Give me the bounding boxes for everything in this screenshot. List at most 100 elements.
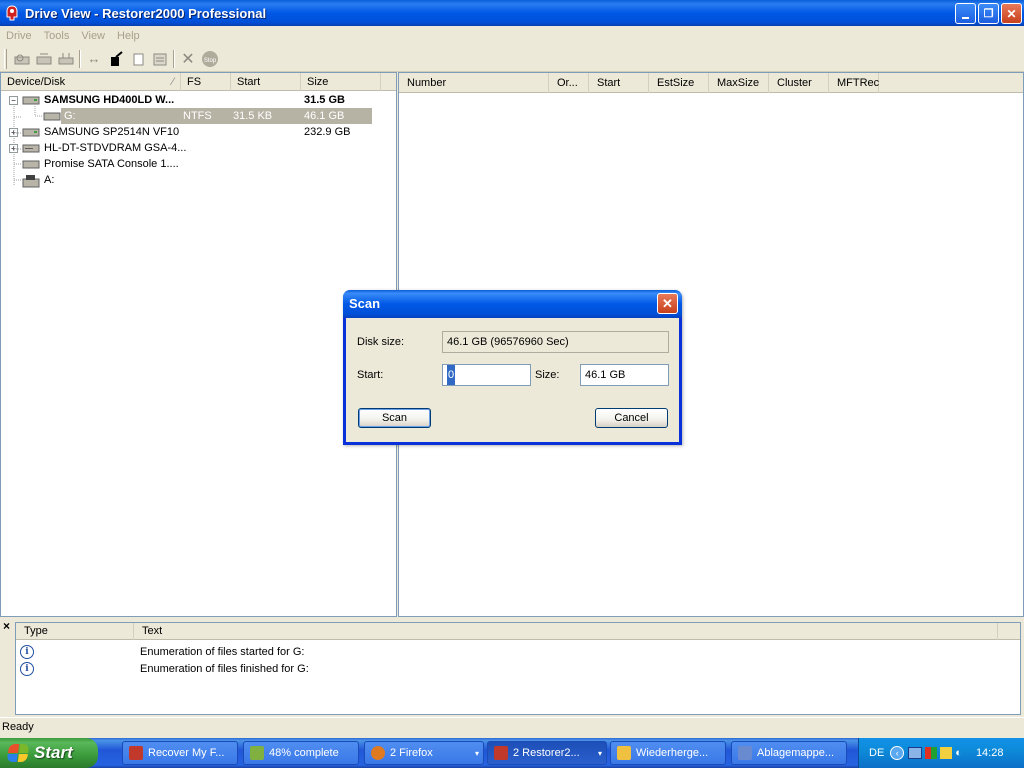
scan-dialog-title: Scan (349, 296, 381, 311)
volume-icon[interactable]: ◐ (955, 747, 962, 759)
progress-app-icon (250, 746, 264, 760)
toolbar: ↔ ✕ Stop (0, 46, 1024, 72)
column-start[interactable]: Start (589, 73, 649, 93)
start-input-value: 0 (447, 365, 456, 385)
status-bar: Ready (0, 717, 1024, 736)
tray-expand-icon[interactable]: ‹ (890, 746, 905, 760)
minimize-icon (962, 16, 969, 19)
device-name: SAMSUNG SP2514N VF10 (44, 126, 180, 138)
window-titlebar: Drive View - Restorer2000 Professional ❐… (0, 0, 1024, 26)
log-header: Type Text (16, 623, 1020, 640)
device-tree-pane: Device/Disk ⁄ FS Start Size − SAMSUNG HD… (0, 72, 397, 617)
menu-tools[interactable]: Tools (38, 30, 76, 42)
menu-help[interactable]: Help (111, 30, 146, 42)
network-icon[interactable] (908, 747, 923, 759)
window-title: Drive View - Restorer2000 Professional (25, 5, 267, 21)
app-tray-icon[interactable] (940, 747, 953, 759)
tree-row-samsung-hd400ld[interactable]: − SAMSUNG HD400LD W... 31.5 GB (9, 92, 389, 108)
menu-bar: Drive Tools View Help (0, 26, 1024, 45)
column-mftrec[interactable]: MFTRec (829, 73, 879, 93)
scan-dialog-titlebar: Scan ✕ (343, 290, 682, 318)
device-fs: NTFS (183, 110, 212, 122)
taskbar-item-recover-my-files[interactable]: Recover My F... (122, 741, 238, 765)
tree-row-samsung-sp2514n[interactable]: + SAMSUNG SP2514N VF10 232.9 GB (9, 124, 389, 140)
copy-file-icon[interactable] (127, 48, 149, 70)
column-number[interactable]: Number (399, 73, 549, 93)
column-type[interactable]: Type (16, 623, 134, 640)
sort-indicator-icon: ⁄ (172, 76, 174, 88)
toolbar-separator (79, 49, 81, 68)
export-icon[interactable] (105, 48, 127, 70)
start-label: Start: (357, 369, 384, 381)
restore-button[interactable]: ❐ (978, 3, 999, 24)
device-name: SAMSUNG HD400LD W... (44, 94, 175, 106)
device-size: 232.9 GB (304, 126, 351, 138)
open-drive-icon[interactable] (11, 48, 33, 70)
search-drive-icon[interactable] (55, 48, 77, 70)
column-size[interactable]: Size (301, 73, 381, 91)
column-maxsize[interactable]: MaxSize (709, 73, 769, 93)
log-close-icon[interactable]: × (3, 619, 10, 633)
menu-view[interactable]: View (75, 30, 111, 42)
system-tray: DE ‹ ◐ 14:28 (858, 738, 1024, 768)
tree-row-hl-dt-st-dvdram[interactable]: + HL-DT-STDVDRAM GSA-4... (9, 140, 389, 156)
language-indicator[interactable]: DE (869, 747, 884, 759)
column-text[interactable]: Text (134, 623, 998, 640)
scan-dialog: Scan ✕ Disk size: 46.1 GB (96576960 Sec)… (343, 290, 682, 445)
log-row[interactable]: i Enumeration of files started for G: (16, 644, 1016, 660)
restorer-app-icon (494, 746, 508, 760)
dialog-close-button[interactable]: ✕ (657, 293, 678, 314)
properties-icon[interactable] (149, 48, 171, 70)
info-icon: i (20, 662, 34, 676)
column-or[interactable]: Or... (549, 73, 589, 93)
tree-connector-lines (13, 106, 43, 185)
stop-icon[interactable]: Stop (199, 48, 221, 70)
scan-button[interactable]: Scan (358, 408, 431, 428)
scan-drive-icon[interactable] (33, 48, 55, 70)
size-label: Size: (535, 369, 560, 381)
security-icon[interactable] (925, 747, 938, 759)
firefox-icon (371, 746, 385, 760)
group-dropdown-icon: ▾ (474, 748, 479, 758)
minimize-button[interactable] (955, 3, 976, 24)
log-pane: × Type Text i Enumeration of files start… (0, 617, 1024, 717)
taskbar-item-progress[interactable]: 48% complete (243, 741, 359, 765)
device-name: G: (64, 110, 76, 122)
column-estsize[interactable]: EstSize (649, 73, 709, 93)
device-name: Promise SATA Console 1.... (44, 158, 179, 170)
file-list-header: Number Or... Start EstSize MaxSize Clust… (399, 73, 1023, 93)
tree-row-partition-g[interactable]: G: NTFS 31.5 KB 46.1 GB (61, 108, 372, 124)
cancel-button[interactable]: Cancel (595, 408, 668, 428)
menu-drive[interactable]: Drive (0, 30, 38, 42)
status-text: Ready (2, 721, 34, 733)
resize-arrows-icon[interactable]: ↔ (83, 48, 105, 70)
close-icon: ✕ (1006, 6, 1017, 21)
log-text: Enumeration of files finished for G: (140, 663, 309, 675)
log-text: Enumeration of files started for G: (140, 646, 305, 658)
taskbar-item-restorer[interactable]: 2 Restorer2... ▾ (487, 741, 607, 765)
start-button[interactable]: Start (0, 738, 98, 768)
toolbar-grip[interactable] (4, 48, 7, 69)
start-label: Start (34, 743, 73, 762)
close-button[interactable]: ✕ (1001, 3, 1022, 24)
taskbar-item-firefox[interactable]: 2 Firefox ▾ (364, 741, 484, 765)
start-input[interactable]: 0 (442, 364, 531, 386)
tree-row-floppy-a[interactable]: A: (22, 172, 389, 188)
recover-app-icon (129, 746, 143, 760)
device-size: 46.1 GB (304, 110, 345, 122)
restorer-app-icon (4, 5, 20, 21)
info-icon: i (20, 645, 34, 659)
device-name: HL-DT-STDVDRAM GSA-4... (44, 142, 187, 154)
tree-row-promise-sata[interactable]: Promise SATA Console 1.... (22, 156, 389, 172)
taskbar-item-ablagemappe[interactable]: Ablagemappe... (731, 741, 847, 765)
taskbar-item-folder[interactable]: Wiederherge... (610, 741, 726, 765)
disk-size-label: Disk size: (357, 336, 405, 348)
clock[interactable]: 14:28 (976, 747, 1004, 759)
size-input[interactable]: 46.1 GB (580, 364, 669, 386)
log-row[interactable]: i Enumeration of files finished for G: (16, 661, 1016, 677)
windows-logo-icon (6, 744, 30, 762)
column-fs[interactable]: FS (181, 73, 231, 91)
delete-icon[interactable]: ✕ (177, 48, 199, 70)
column-start[interactable]: Start (231, 73, 301, 91)
column-cluster[interactable]: Cluster (769, 73, 829, 93)
